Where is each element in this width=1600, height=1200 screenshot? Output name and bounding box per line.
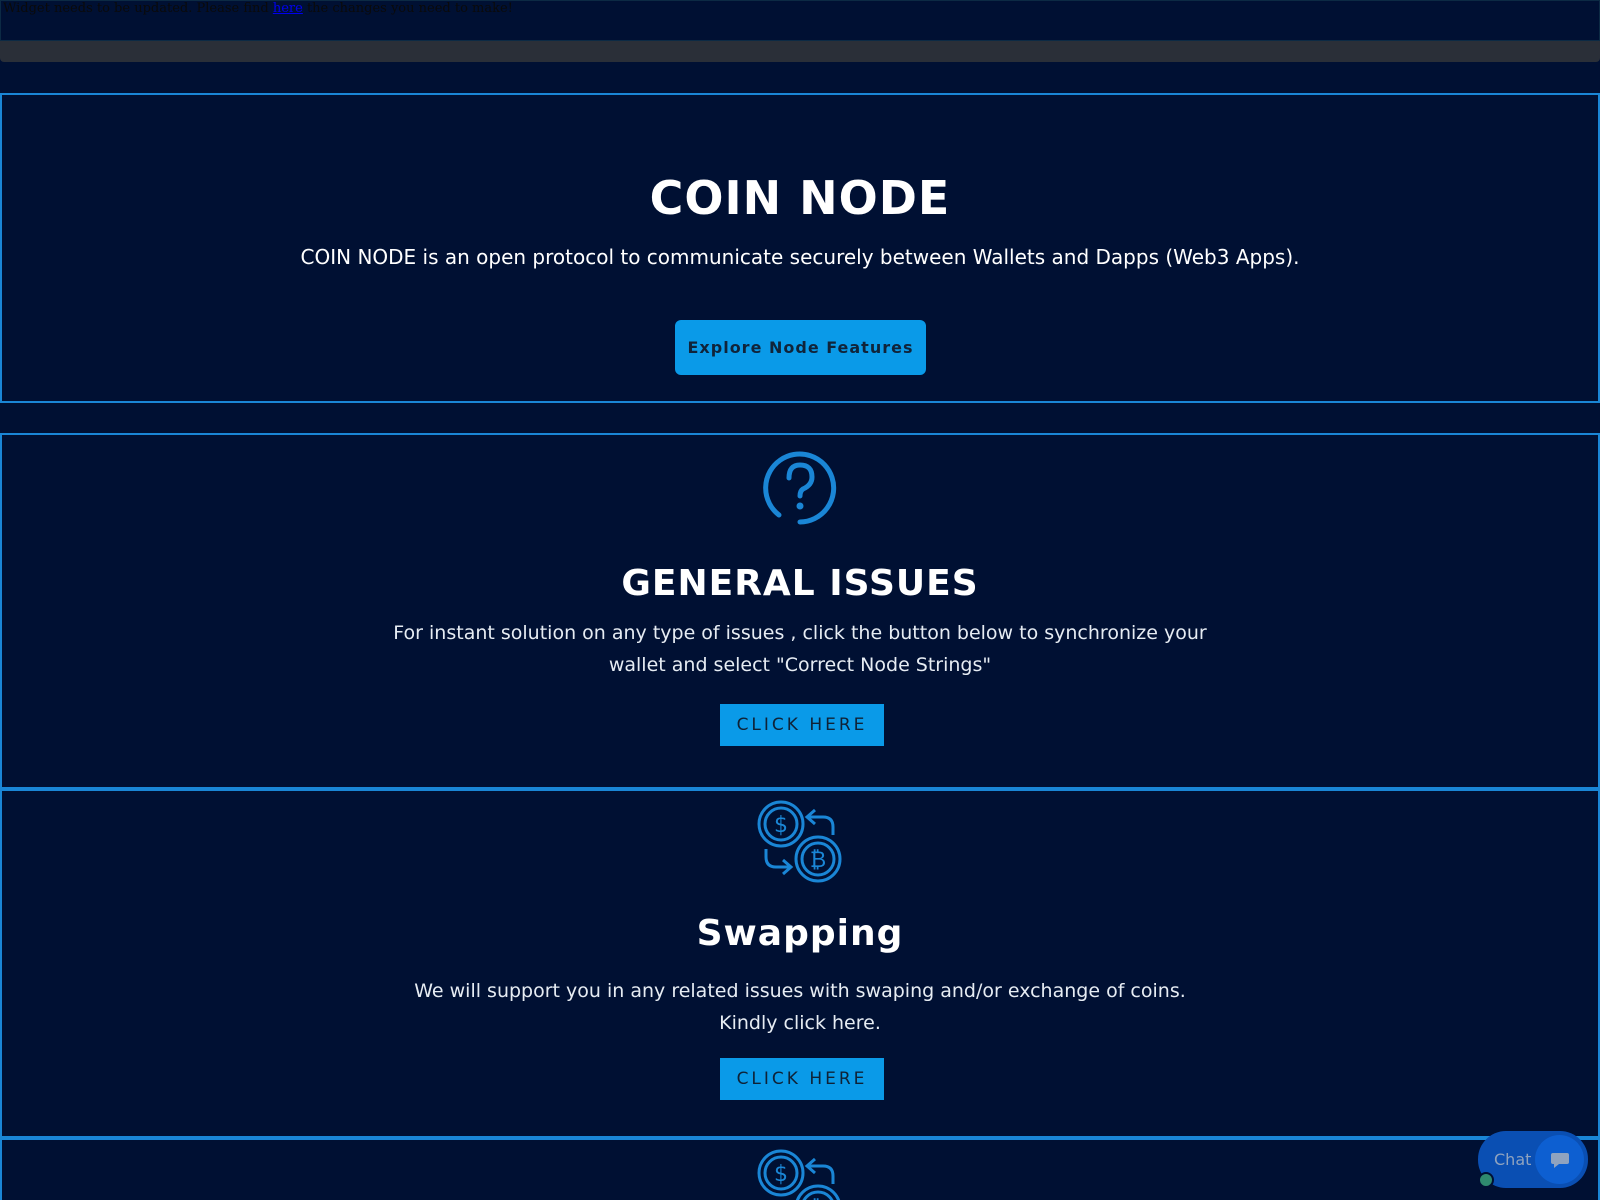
general-issues-click-button[interactable]: CLICK HERE — [720, 704, 884, 746]
hero-subtitle: COIN NODE is an open protocol to communi… — [300, 245, 1300, 269]
general-issues-section: GENERAL ISSUES For instant solution on a… — [0, 433, 1600, 789]
general-issues-title: GENERAL ISSUES — [621, 563, 979, 604]
notice-suffix: the changes you need to make! — [302, 1, 513, 16]
general-issues-text-line1: For instant solution on any type of issu… — [393, 622, 1207, 644]
svg-text:$: $ — [774, 1162, 788, 1187]
top-bar — [0, 41, 1600, 62]
hero-section: COIN NODE COIN NODE is an open protocol … — [0, 93, 1600, 403]
chat-label: Chat — [1494, 1150, 1532, 1169]
page: Widget needs to be updated. Please find … — [0, 0, 1600, 1200]
swapping-click-button[interactable]: CLICK HERE — [720, 1058, 884, 1100]
chat-bubble-icon — [1535, 1135, 1584, 1184]
swapping-title: Swapping — [696, 913, 904, 954]
swapping-section: $ ₿ Swapping We will support you in any … — [0, 789, 1600, 1138]
svg-text:$: $ — [774, 813, 788, 838]
swapping-text-line1: We will support you in any related issue… — [414, 980, 1186, 1002]
coin-swap-icon: $ ₿ — [2, 797, 1598, 885]
swapping-text-line2: Kindly click here. — [719, 1012, 881, 1034]
svg-text:₿: ₿ — [810, 848, 826, 873]
question-circle-icon — [2, 449, 1598, 527]
hero-title: COIN NODE — [649, 171, 951, 225]
general-issues-text-line2: wallet and select "Correct Node Strings" — [608, 654, 992, 676]
widget-update-notice: Widget needs to be updated. Please find … — [0, 0, 1600, 41]
coin-swap-icon: $ ₿ — [2, 1146, 1598, 1200]
notice-link[interactable]: here — [273, 1, 303, 16]
third-section: $ ₿ — [0, 1138, 1600, 1200]
chat-widget-button[interactable]: Chat — [1478, 1131, 1588, 1188]
chat-status-indicator — [1478, 1172, 1494, 1188]
explore-node-features-button[interactable]: Explore Node Features — [675, 320, 926, 375]
notice-prefix: Widget needs to be updated. Please find — [3, 1, 273, 16]
